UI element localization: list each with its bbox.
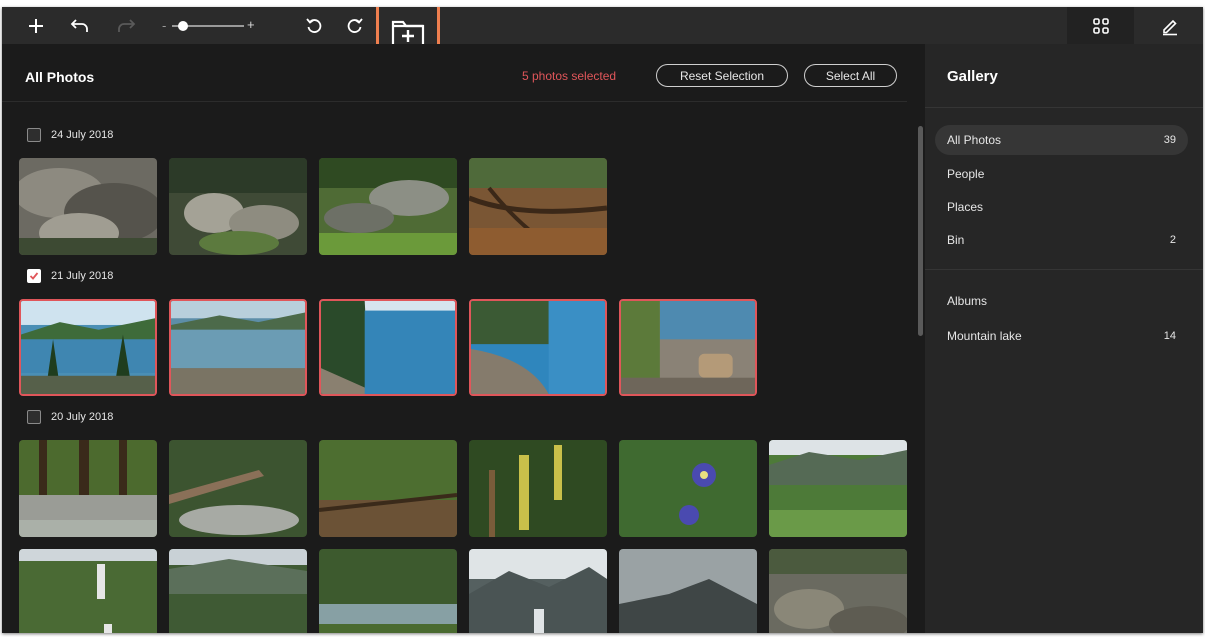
zoom-out-icon[interactable]: - bbox=[162, 18, 166, 33]
photo-thumbnail-selected[interactable] bbox=[469, 299, 607, 396]
photo-grid-panel: All Photos 5 photos selected Reset Selec… bbox=[2, 44, 924, 633]
photo-thumbnail[interactable] bbox=[469, 549, 607, 633]
photo-thumbnail[interactable] bbox=[169, 440, 307, 537]
grid-view-button[interactable] bbox=[1067, 7, 1134, 44]
albums-heading-label: Albums bbox=[947, 294, 988, 308]
photo-thumbnail[interactable] bbox=[19, 158, 157, 255]
zoom-thumb[interactable] bbox=[177, 21, 188, 31]
date-group-header[interactable]: 24 July 2018 bbox=[27, 127, 113, 143]
photo-thumbnail[interactable] bbox=[619, 549, 757, 633]
rotate-left-icon bbox=[306, 17, 322, 33]
photo-thumbnail[interactable] bbox=[469, 158, 607, 255]
sidebar-item-places[interactable]: Places bbox=[935, 192, 1188, 222]
rotate-right-icon bbox=[347, 17, 363, 33]
albums-heading[interactable]: Albums bbox=[935, 286, 1188, 316]
app-window: - + All Photos 5 photos selected Reset S… bbox=[2, 7, 1203, 633]
main-header: All Photos 5 photos selected Reset Selec… bbox=[2, 44, 907, 102]
sidebar-item-label: People bbox=[947, 167, 985, 181]
plus-icon bbox=[29, 18, 43, 33]
grid-view-icon bbox=[1092, 17, 1109, 34]
edit-button[interactable] bbox=[1137, 7, 1203, 44]
sidebar-item-people[interactable]: People bbox=[935, 159, 1188, 189]
toolbar: - + bbox=[2, 7, 1203, 65]
page-title: All Photos bbox=[25, 69, 95, 85]
sidebar-item-label: Places bbox=[947, 200, 984, 214]
group-checkbox[interactable] bbox=[27, 269, 41, 283]
rotate-right-button[interactable] bbox=[340, 7, 370, 44]
redo-icon bbox=[118, 18, 136, 32]
undo-button[interactable] bbox=[64, 7, 96, 44]
photo-thumbnail-selected[interactable] bbox=[19, 299, 157, 396]
scrollbar[interactable] bbox=[918, 126, 923, 336]
date-label: 20 July 2018 bbox=[51, 411, 114, 423]
select-all-button[interactable]: Select All bbox=[804, 64, 897, 87]
item-count: 39 bbox=[1163, 134, 1176, 146]
photo-thumbnail[interactable] bbox=[769, 549, 907, 633]
item-count: 14 bbox=[1163, 330, 1176, 342]
photo-thumbnail[interactable] bbox=[469, 440, 607, 537]
zoom-slider[interactable]: - + bbox=[158, 7, 258, 44]
sidebar-item-label: All Photos bbox=[947, 133, 1002, 147]
reset-selection-button[interactable]: Reset Selection bbox=[656, 64, 788, 87]
photo-thumbnail[interactable] bbox=[169, 158, 307, 255]
rotate-left-button[interactable] bbox=[299, 7, 329, 44]
check-icon bbox=[29, 272, 39, 280]
photo-thumbnail[interactable] bbox=[319, 158, 457, 255]
photo-thumbnail[interactable] bbox=[769, 440, 907, 537]
photo-thumbnail-selected[interactable] bbox=[319, 299, 457, 396]
photo-thumbnail[interactable] bbox=[319, 549, 457, 633]
divider bbox=[925, 269, 1203, 270]
group-checkbox[interactable] bbox=[27, 410, 41, 424]
photo-thumbnail-selected[interactable] bbox=[619, 299, 757, 396]
date-label: 21 July 2018 bbox=[51, 270, 114, 282]
photo-thumbnail-selected[interactable] bbox=[169, 299, 307, 396]
date-group-header[interactable]: 20 July 2018 bbox=[27, 409, 113, 425]
date-group-header[interactable]: 21 July 2018 bbox=[27, 268, 113, 284]
photo-thumbnail[interactable] bbox=[319, 440, 457, 537]
album-item-mountain-lake[interactable]: Mountain lake 14 bbox=[935, 321, 1188, 351]
sidebar-item-label: Bin bbox=[947, 233, 965, 247]
divider bbox=[925, 107, 1203, 108]
date-label: 24 July 2018 bbox=[51, 129, 114, 141]
zoom-in-icon[interactable]: + bbox=[247, 17, 255, 32]
item-count: 2 bbox=[1169, 234, 1176, 246]
sidebar-item-bin[interactable]: Bin 2 bbox=[935, 225, 1188, 255]
sidebar-item-all-photos[interactable]: All Photos 39 bbox=[935, 125, 1188, 155]
edit-icon bbox=[1163, 19, 1177, 35]
photo-thumbnail[interactable] bbox=[619, 440, 757, 537]
add-button[interactable] bbox=[20, 7, 52, 44]
redo-button[interactable] bbox=[110, 7, 142, 44]
photo-thumbnail[interactable] bbox=[169, 549, 307, 633]
photo-thumbnail[interactable] bbox=[19, 440, 157, 537]
group-checkbox[interactable] bbox=[27, 128, 41, 142]
sidebar-title: Gallery bbox=[947, 68, 998, 85]
photo-thumbnail[interactable] bbox=[19, 549, 157, 633]
album-label: Mountain lake bbox=[947, 329, 1022, 343]
selection-count: 5 photos selected bbox=[522, 69, 617, 83]
gallery-sidebar: Gallery All Photos 39 People Places Bin … bbox=[925, 44, 1203, 633]
undo-icon bbox=[70, 18, 88, 32]
